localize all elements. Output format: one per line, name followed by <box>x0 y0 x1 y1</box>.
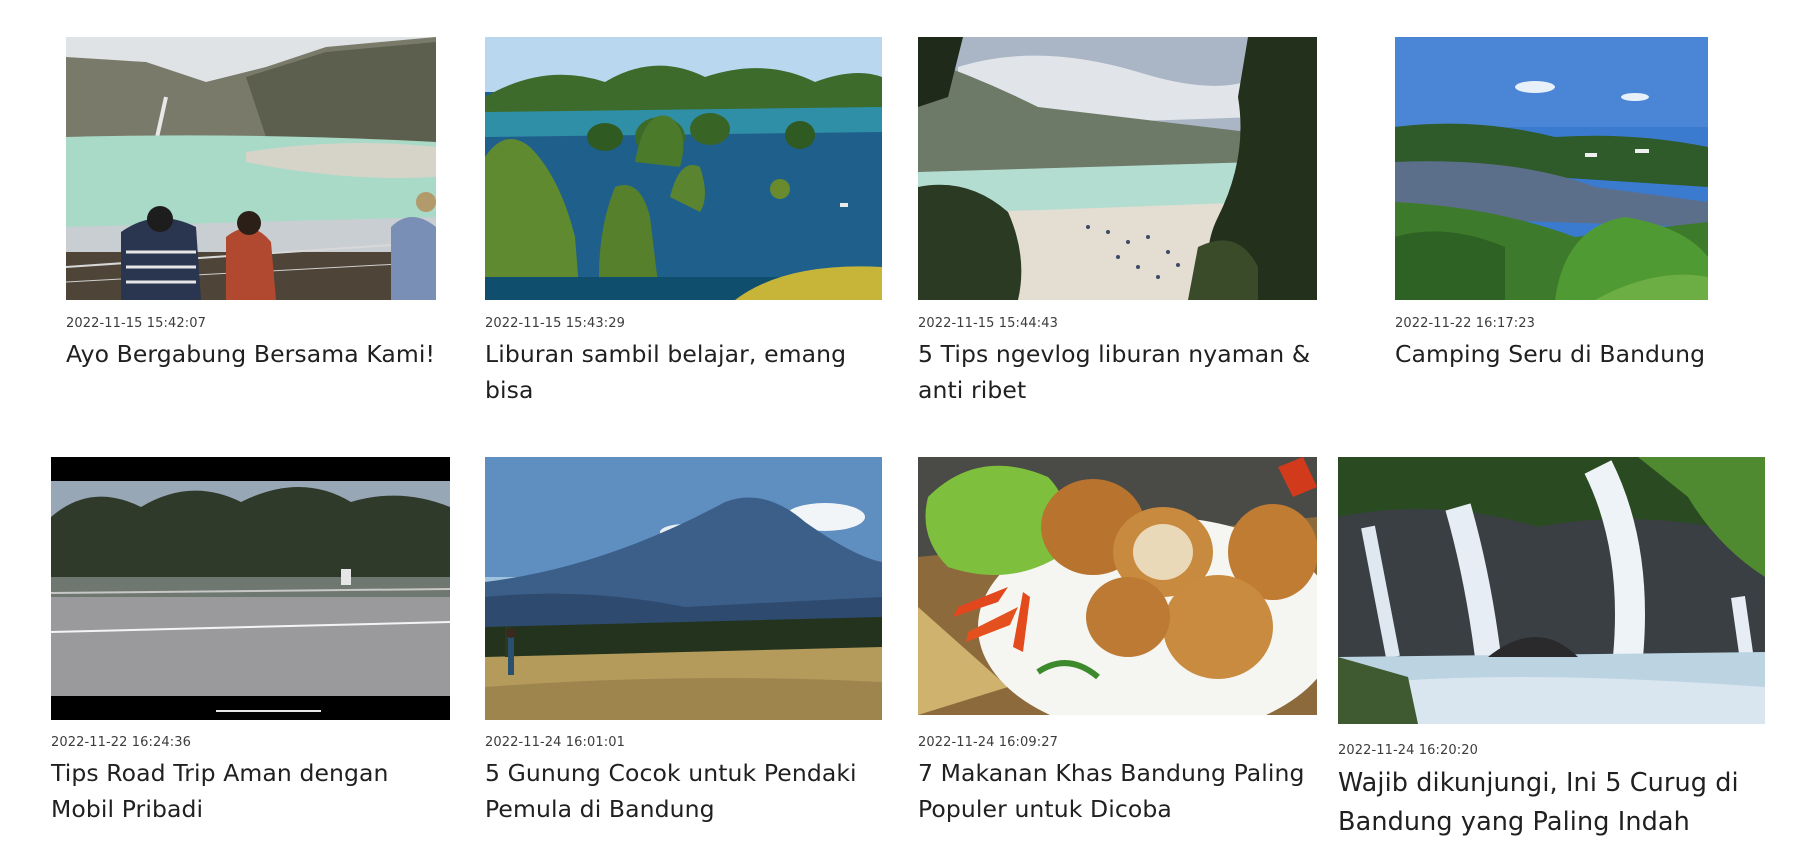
article-title[interactable]: Ayo Bergabung Bersama Kami! <box>66 336 446 372</box>
article-date: 2022-11-15 15:44:43 <box>918 316 1058 331</box>
article-date: 2022-11-24 16:09:27 <box>918 735 1058 750</box>
article-title[interactable]: Liburan sambil belajar, emang bisa <box>485 336 885 408</box>
fried-food-image[interactable] <box>918 457 1317 715</box>
article-title[interactable]: 5 Tips ngevlog liburan nyaman & anti rib… <box>918 336 1328 408</box>
article-title[interactable]: 5 Gunung Cocok untuk Pendaki Pemula di B… <box>485 755 895 827</box>
article-date: 2022-11-22 16:24:36 <box>51 735 191 750</box>
road-trip-image[interactable] <box>51 457 450 720</box>
article-date: 2022-11-24 16:01:01 <box>485 735 625 750</box>
article-date: 2022-11-15 15:43:29 <box>485 316 625 331</box>
crater-lake-image[interactable] <box>66 37 436 300</box>
article-title[interactable]: Camping Seru di Bandung <box>1395 336 1715 372</box>
karst-islands-image[interactable] <box>485 37 882 300</box>
article-date: 2022-11-24 16:20:20 <box>1338 743 1478 758</box>
article-title[interactable]: Tips Road Trip Aman dengan Mobil Pribadi <box>51 755 451 827</box>
article-title[interactable]: 7 Makanan Khas Bandung Paling Populer un… <box>918 755 1328 827</box>
waterfall-image[interactable] <box>1338 457 1765 724</box>
article-date: 2022-11-15 15:42:07 <box>66 316 206 331</box>
article-title[interactable]: Wajib dikunjungi, Ini 5 Curug di Bandung… <box>1338 764 1778 842</box>
article-date: 2022-11-22 16:17:23 <box>1395 316 1535 331</box>
crater-beach-image[interactable] <box>918 37 1317 300</box>
mountain-savanna-image[interactable] <box>485 457 882 720</box>
forest-lake-image[interactable] <box>1395 37 1708 300</box>
